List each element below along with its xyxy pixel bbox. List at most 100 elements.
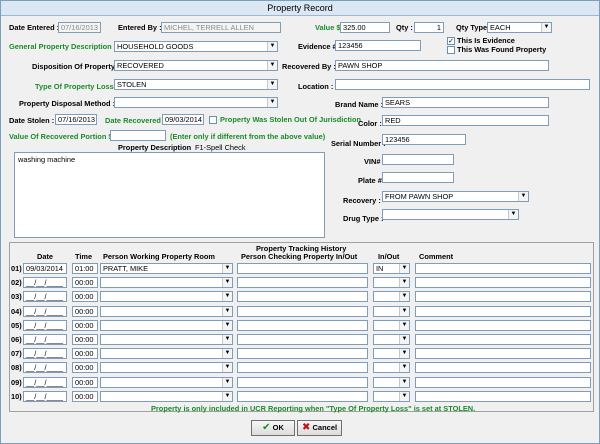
row-time-field[interactable]: 00:00 (72, 362, 98, 373)
drug-type-select[interactable]: ▼ (382, 209, 519, 220)
row-checking-field[interactable] (237, 291, 368, 302)
row-inout-select[interactable]: ▼ (373, 320, 410, 331)
row-comment-field[interactable] (415, 334, 591, 345)
row-date-field[interactable]: __/__/____ (23, 362, 67, 373)
row-date-field[interactable]: __/__/____ (23, 334, 67, 345)
col-date-header: Date (37, 252, 54, 261)
row-time-field[interactable]: 00:00 (72, 391, 98, 402)
plate-field[interactable] (382, 172, 454, 183)
row-time-field[interactable]: 00:00 (72, 320, 98, 331)
color-field[interactable]: RED (382, 115, 549, 126)
row-date-field[interactable]: __/__/____ (23, 391, 67, 402)
row-working-select[interactable]: ▼ (100, 391, 233, 402)
row-checking-field[interactable] (237, 263, 368, 274)
chevron-down-icon: ▼ (508, 210, 518, 219)
row-inout-select[interactable]: ▼ (373, 348, 410, 359)
row-date-field[interactable]: __/__/____ (23, 291, 67, 302)
row-comment-field[interactable] (415, 377, 591, 388)
value-recovered-portion-field[interactable] (110, 130, 166, 141)
row-checking-field[interactable] (237, 306, 368, 317)
this-was-found-checkbox[interactable] (447, 46, 455, 54)
chevron-down-icon: ▼ (267, 80, 277, 89)
chevron-down-icon: ▼ (518, 192, 528, 201)
evidence-label: Evidence # (298, 42, 337, 51)
row-working-select[interactable]: ▼ (100, 277, 233, 288)
row-inout-select[interactable]: ▼ (373, 334, 410, 345)
row-working-select[interactable]: ▼ (100, 377, 233, 388)
recovered-by-field[interactable]: PAWN SHOP (335, 60, 549, 71)
general-description-select[interactable]: HOUSEHOLD GOODS ▼ (114, 41, 278, 52)
row-checking-field[interactable] (237, 334, 368, 345)
row-working-select[interactable]: ▼ (100, 334, 233, 345)
row-checking-field[interactable] (237, 391, 368, 402)
row-inout-select[interactable]: ▼ (373, 391, 410, 402)
row-inout-select[interactable]: ▼ (373, 377, 410, 388)
row-inout-select[interactable]: ▼ (373, 306, 410, 317)
row-date-field[interactable]: __/__/____ (23, 320, 67, 331)
row-working-select[interactable]: ▼ (100, 348, 233, 359)
row-working-select[interactable]: ▼ (100, 291, 233, 302)
location-label: Location : (298, 82, 334, 91)
cancel-button[interactable]: ✖ Cancel (297, 420, 342, 436)
row-checking-field[interactable] (237, 362, 368, 373)
row-date-field[interactable]: __/__/____ (23, 306, 67, 317)
row-date-field[interactable]: __/__/____ (23, 377, 67, 388)
row-checking-field[interactable] (237, 348, 368, 359)
row-comment-field[interactable] (415, 320, 591, 331)
row-inout-select[interactable]: ▼ (373, 362, 410, 373)
row-comment-field[interactable] (415, 391, 591, 402)
row-checking-field[interactable] (237, 277, 368, 288)
row-number: 03) (11, 292, 22, 301)
row-number: 09) (11, 378, 22, 387)
disposal-method-select[interactable]: ▼ (114, 97, 278, 108)
row-time-field[interactable]: 00:00 (72, 277, 98, 288)
row-comment-field[interactable] (415, 362, 591, 373)
row-comment-field[interactable] (415, 277, 591, 288)
row-time-field[interactable]: 00:00 (72, 348, 98, 359)
date-recovered-field[interactable]: 09/03/2014 (162, 114, 204, 125)
row-working-select[interactable]: PRATT, MIKE ▼ (100, 263, 233, 274)
qty-type-select[interactable]: EACH ▼ (487, 22, 552, 33)
row-time-field[interactable]: 00:00 (72, 291, 98, 302)
drug-type-label: Drug Type : (343, 214, 384, 223)
serial-number-field[interactable]: 123456 (382, 134, 466, 145)
check-icon: ✔ (262, 422, 271, 433)
property-description-textarea[interactable]: washing machine (14, 152, 325, 238)
chevron-down-icon: ▼ (267, 98, 277, 107)
vin-field[interactable] (382, 154, 454, 165)
row-time-field[interactable]: 00:00 (72, 334, 98, 345)
recovery-select[interactable]: FROM PAWN SHOP ▼ (382, 191, 529, 202)
row-inout-select[interactable]: ▼ (373, 291, 410, 302)
row-comment-field[interactable] (415, 291, 591, 302)
disposition-select[interactable]: RECOVERED ▼ (114, 60, 278, 71)
evidence-field[interactable]: 123456 (335, 40, 421, 51)
ok-button[interactable]: ✔ OK (251, 420, 295, 436)
row-time-field[interactable]: 00:00 (72, 306, 98, 317)
row-time-field[interactable]: 01:00 (72, 263, 98, 274)
qty-field[interactable]: 1 (414, 22, 444, 33)
row-inout-select[interactable]: ▼ (373, 277, 410, 288)
row-working-select[interactable]: ▼ (100, 306, 233, 317)
row-comment-field[interactable] (415, 348, 591, 359)
type-of-loss-select[interactable]: STOLEN ▼ (114, 79, 278, 90)
this-is-evidence-checkbox[interactable]: ✓ (447, 37, 455, 45)
row-time-field[interactable]: 00:00 (72, 377, 98, 388)
chevron-down-icon: ▼ (399, 363, 409, 372)
row-inout-select[interactable]: IN ▼ (373, 263, 410, 274)
location-field[interactable] (335, 79, 590, 90)
row-date-field[interactable]: __/__/____ (23, 277, 67, 288)
row-date-field[interactable]: 09/03/2014 (23, 263, 67, 274)
row-number: 07) (11, 349, 22, 358)
row-comment-field[interactable] (415, 306, 591, 317)
stolen-out-of-jurisdiction-checkbox[interactable] (209, 116, 217, 124)
row-working-select[interactable]: ▼ (100, 362, 233, 373)
row-checking-field[interactable] (237, 320, 368, 331)
row-comment-field[interactable] (415, 263, 591, 274)
row-checking-field[interactable] (237, 377, 368, 388)
date-stolen-field[interactable]: 07/16/2013 (55, 114, 97, 125)
row-date-field[interactable]: __/__/____ (23, 348, 67, 359)
chevron-down-icon: ▼ (222, 307, 232, 316)
brand-name-field[interactable]: SEARS (382, 97, 549, 108)
row-working-select[interactable]: ▼ (100, 320, 233, 331)
value-field[interactable]: 325.00 (340, 22, 390, 33)
